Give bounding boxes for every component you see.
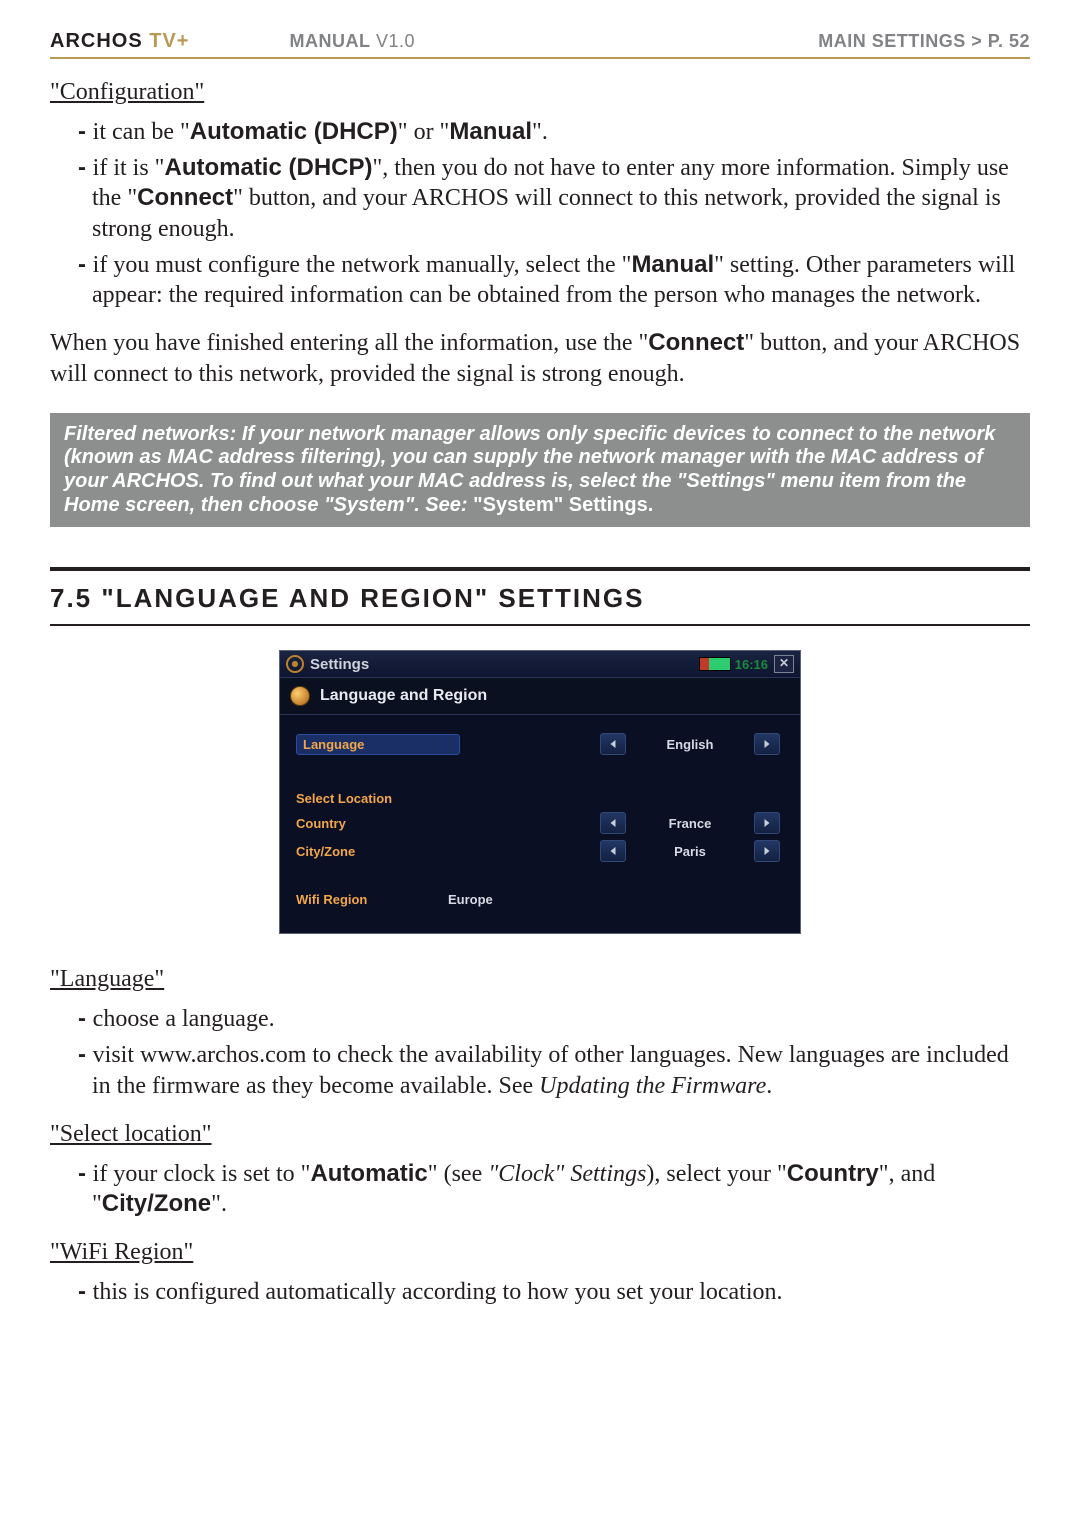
close-icon[interactable]: ✕	[774, 655, 794, 673]
subheading-select-location: "Select location"	[50, 1119, 1030, 1149]
arrow-left-icon[interactable]	[600, 733, 626, 755]
list-item: this is configured automatically accordi…	[64, 1277, 1030, 1307]
row-wifi-region: Wifi Region Europe	[296, 892, 784, 907]
subheading-wifi-region: "WiFi Region"	[50, 1237, 1030, 1267]
arrow-right-icon[interactable]	[754, 840, 780, 862]
panel-subheader: Language and Region	[280, 678, 800, 715]
value-language: English	[630, 737, 750, 752]
clock-text: 16:16	[735, 657, 768, 672]
row-cityzone: City/Zone Paris	[296, 840, 784, 862]
breadcrumb: MAIN SETTINGS > P. 52	[818, 31, 1030, 52]
section-select-location: "Select location" if your clock is set t…	[50, 1119, 1030, 1219]
manual-word: MANUAL	[289, 31, 370, 51]
window-title: Settings	[310, 656, 369, 673]
window-titlebar: Settings 16:16 ✕	[280, 651, 800, 678]
label-country: Country	[296, 816, 446, 831]
page-header: ARCHOS TV+ MANUAL V1.0 MAIN SETTINGS > P…	[50, 30, 1030, 59]
section-wifi-region: "WiFi Region" this is configured automat…	[50, 1237, 1030, 1307]
gear-icon	[286, 655, 304, 673]
label-select-location: Select Location	[296, 791, 446, 806]
list-item: it can be "Automatic (DHCP)" or "Manual"…	[64, 117, 1030, 147]
callout-filtered-networks: Filtered networks: If your network manag…	[50, 413, 1030, 527]
row-country: Country France	[296, 812, 784, 834]
configuration-bullet-list: it can be "Automatic (DHCP)" or "Manual"…	[50, 117, 1030, 310]
settings-screenshot: Settings 16:16 ✕ Language and Region Lan…	[279, 650, 801, 934]
list-item: if you must configure the network manual…	[64, 250, 1030, 310]
manual-label: MANUAL V1.0	[289, 31, 415, 52]
paragraph-connect: When you have finished entering all the …	[50, 328, 1030, 388]
list-item: if it is "Automatic (DHCP)", then you do…	[64, 153, 1030, 244]
row-language: Language English	[296, 733, 784, 755]
callout-trail: .	[648, 494, 654, 516]
brand-suffix: TV+	[143, 30, 190, 52]
select-location-bullet-list: if your clock is set to "Automatic" (see…	[50, 1159, 1030, 1219]
label-language[interactable]: Language	[296, 734, 460, 755]
value-wifi-region: Europe	[446, 892, 568, 907]
section-configuration: "Configuration" it can be "Automatic (DH…	[50, 77, 1030, 389]
subheading-configuration: "Configuration"	[50, 77, 1030, 107]
subheading-language: "Language"	[50, 964, 1030, 994]
value-cityzone: Paris	[630, 844, 750, 859]
list-item: visit www.archos.com to check the availa…	[64, 1040, 1030, 1100]
arrow-left-icon[interactable]	[600, 840, 626, 862]
label-wifi-region: Wifi Region	[296, 892, 446, 907]
brand-name: ARCHOS	[50, 30, 143, 52]
row-select-location-heading: Select Location	[296, 785, 784, 806]
list-item: choose a language.	[64, 1004, 1030, 1034]
battery-icon	[699, 657, 731, 671]
list-item: if your clock is set to "Automatic" (see…	[64, 1159, 1030, 1219]
section-heading-7-5: 7.5 "LANGUAGE AND REGION" SETTINGS	[50, 567, 1030, 626]
globe-icon	[290, 686, 310, 706]
settings-panel: Language English Select Location Country…	[280, 715, 800, 933]
language-bullet-list: choose a language. visit www.archos.com …	[50, 1004, 1030, 1101]
label-cityzone: City/Zone	[296, 844, 446, 859]
callout-see-reference: "System" Settings	[473, 494, 648, 516]
wifi-region-bullet-list: this is configured automatically accordi…	[50, 1277, 1030, 1307]
section-language: "Language" choose a language. visit www.…	[50, 964, 1030, 1101]
brand-logo: ARCHOS TV+	[50, 30, 189, 53]
status-area: 16:16 ✕	[699, 655, 794, 673]
arrow-left-icon[interactable]	[600, 812, 626, 834]
value-country: France	[630, 816, 750, 831]
manual-version: V1.0	[370, 31, 415, 51]
arrow-right-icon[interactable]	[754, 812, 780, 834]
reference-updating-firmware: Updating the Firmware	[539, 1073, 766, 1099]
arrow-right-icon[interactable]	[754, 733, 780, 755]
panel-subtitle: Language and Region	[320, 687, 487, 705]
